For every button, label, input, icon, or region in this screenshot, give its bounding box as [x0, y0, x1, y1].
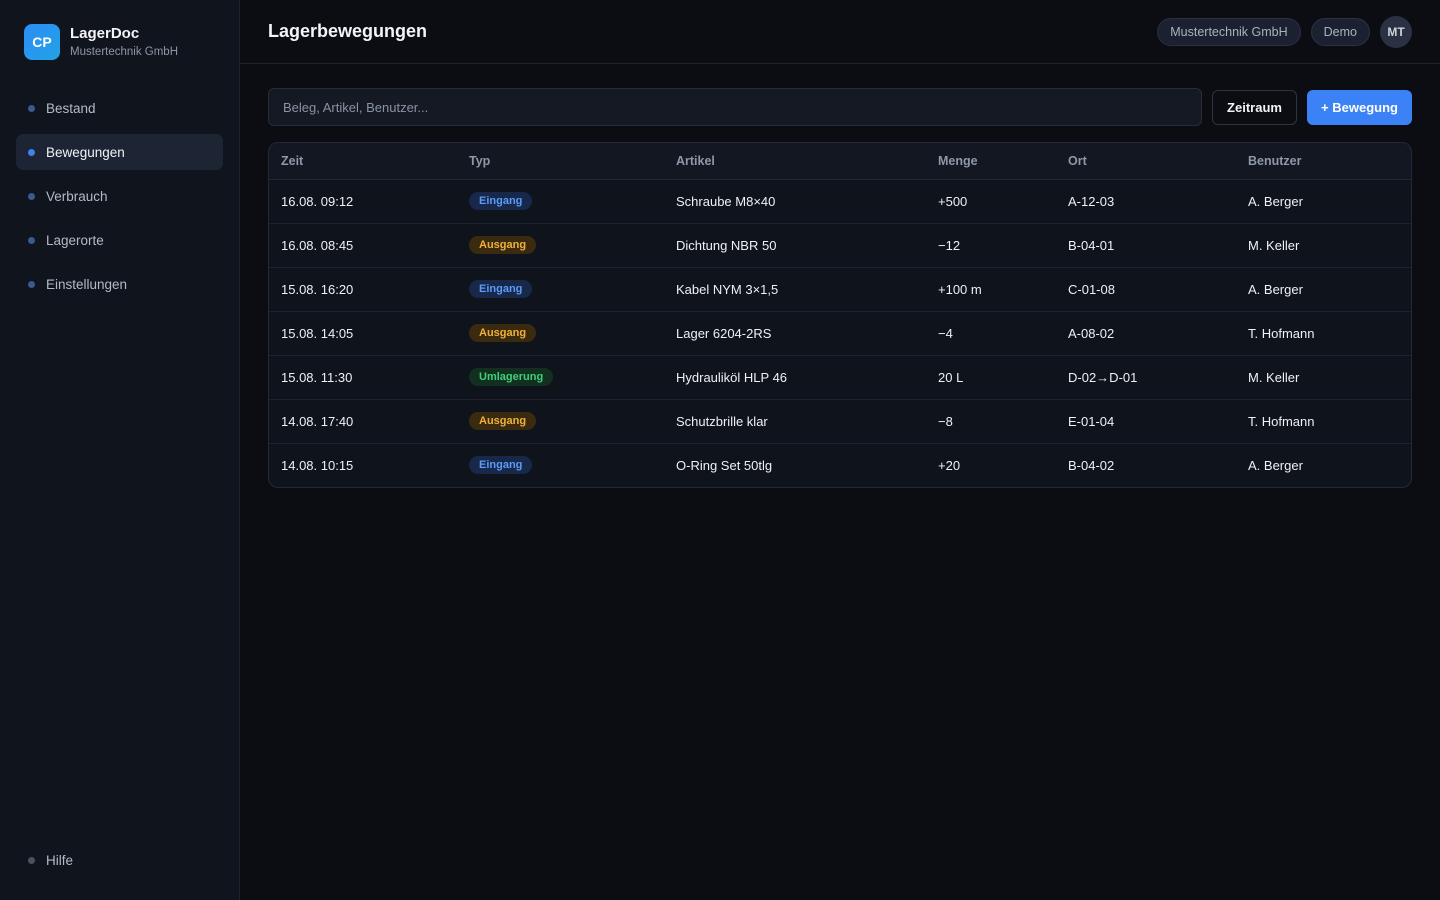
cell-ort: D-02→D-01	[1056, 355, 1236, 400]
cell-benutzer: M. Keller	[1236, 223, 1411, 268]
bullet-icon	[28, 192, 35, 200]
column-header-zeit[interactable]: Zeit	[269, 143, 457, 180]
cell-zeit: 15.08. 11:30	[269, 355, 457, 400]
cell-benutzer: A. Berger	[1248, 457, 1303, 473]
cell-typ: Ausgang	[457, 399, 664, 444]
cell-artikel: Lager 6204-2RS	[664, 311, 926, 356]
cell-ort: E-01-04	[1056, 399, 1236, 444]
sidebar-item-bewegungen[interactable]: Bewegungen	[16, 134, 223, 170]
bullet-icon	[28, 236, 35, 244]
cell-ort: A-08-02	[1056, 311, 1236, 356]
header-actions: Mustertechnik GmbH Demo MT	[1147, 16, 1412, 48]
sidebar-item-label: Einstellungen	[46, 276, 128, 292]
sidebar-item-label: Lagerorte	[46, 232, 104, 248]
cell-zeit: 15.08. 14:05	[269, 311, 457, 356]
cell-typ: Ausgang	[457, 223, 664, 268]
table-row[interactable]: 14.08. 17:40 Ausgang Schutzbrille klar −…	[269, 399, 1411, 444]
cell-zeit: 16.08. 08:45	[269, 223, 457, 268]
table-row[interactable]: 16.08. 08:45 Ausgang Dichtung NBR 50 −12…	[269, 223, 1411, 268]
cell-menge: −4	[926, 311, 1056, 356]
cell-artikel: Schutzbrille klar	[664, 399, 926, 444]
type-badge: Ausgang	[469, 324, 537, 342]
movements-table: Zeit Typ Artikel Menge Ort Benutzer 16.0…	[268, 142, 1412, 488]
column-header-ort[interactable]: Ort	[1056, 143, 1236, 180]
bullet-icon	[28, 280, 35, 288]
demo-pill[interactable]: Demo	[1310, 18, 1370, 46]
page-title: Lagerbewegungen	[268, 21, 428, 41]
cell-ort: A-12-03	[1056, 179, 1236, 224]
cell-zeit: 14.08. 10:15	[281, 457, 354, 473]
column-header-typ[interactable]: Typ	[457, 143, 664, 180]
add-movement-button[interactable]: + Bewegung	[1307, 90, 1412, 125]
type-badge: Eingang	[469, 456, 533, 475]
cell-typ: Ausgang	[457, 311, 664, 356]
cell-menge: +100 m	[926, 267, 1056, 312]
cell-menge: +20	[938, 457, 961, 473]
sidebar-item-label: Verbrauch	[46, 188, 108, 204]
table-row[interactable]: 15.08. 11:30 Umlagerung Hydrauliköl HLP …	[269, 355, 1411, 400]
table-header-row: Zeit Typ Artikel Menge Ort Benutzer	[269, 143, 1411, 180]
cell-typ: Eingang	[457, 267, 664, 312]
cell-typ: Eingang	[457, 443, 664, 487]
cell-benutzer: A. Berger	[1236, 267, 1411, 312]
cell-menge: +500	[926, 179, 1056, 224]
column-header-artikel[interactable]: Artikel	[664, 143, 926, 180]
cell-benutzer: A. Berger	[1236, 179, 1411, 224]
table-row[interactable]: 16.08. 09:12 Eingang Schraube M8×40 +500…	[269, 179, 1411, 224]
sidebar-item-einstellungen[interactable]: Einstellungen	[16, 266, 223, 302]
cell-artikel: Dichtung NBR 50	[664, 223, 926, 268]
column-header-benutzer[interactable]: Benutzer	[1236, 143, 1411, 180]
brand-text: LagerDoc Mustertechnik GmbH	[70, 25, 178, 59]
top-header: Lagerbewegungen Mustertechnik GmbH Demo …	[240, 0, 1440, 64]
sidebar-item-bestand[interactable]: Bestand	[16, 90, 223, 126]
sidebar-item-hilfe[interactable]: Hilfe	[28, 853, 73, 868]
cell-artikel: Schraube M8×40	[664, 179, 926, 224]
sidebar-item-label: Hilfe	[46, 853, 74, 868]
table-row[interactable]: 14.08. 10:15 Eingang O-Ring Set 50tlg +2…	[269, 443, 1411, 487]
organization-pill[interactable]: Mustertechnik GmbH	[1157, 18, 1301, 46]
cell-zeit: 16.08. 09:12	[269, 179, 457, 224]
type-badge: Eingang	[469, 280, 533, 298]
cell-benutzer: T. Hofmann	[1236, 311, 1411, 356]
sidebar-item-label: Bestand	[46, 100, 96, 116]
sidebar: CP LagerDoc Mustertechnik GmbH Bestand B…	[0, 0, 240, 900]
search-input[interactable]	[268, 88, 1202, 126]
cell-benutzer: M. Keller	[1236, 355, 1411, 400]
avatar[interactable]: MT	[1380, 16, 1412, 48]
sidebar-item-lagerorte[interactable]: Lagerorte	[16, 222, 223, 258]
column-header-menge[interactable]: Menge	[926, 143, 1056, 180]
bullet-icon	[28, 148, 35, 156]
period-button[interactable]: Zeitraum	[1212, 90, 1297, 125]
cell-ort: B-04-02	[1068, 457, 1115, 473]
cell-artikel: Hydrauliköl HLP 46	[664, 355, 926, 400]
cell-menge: −12	[926, 223, 1056, 268]
type-badge: Ausgang	[469, 236, 537, 254]
cell-ort: C-01-08	[1056, 267, 1236, 312]
cell-zeit: 14.08. 17:40	[269, 399, 457, 444]
bullet-icon	[28, 104, 35, 112]
bullet-icon	[28, 857, 35, 864]
table-row[interactable]: 15.08. 16:20 Eingang Kabel NYM 3×1,5 +10…	[269, 267, 1411, 312]
cell-ort: B-04-01	[1056, 223, 1236, 268]
brand[interactable]: CP LagerDoc Mustertechnik GmbH	[24, 24, 178, 60]
table-row[interactable]: 15.08. 14:05 Ausgang Lager 6204-2RS −4 A…	[269, 311, 1411, 356]
app-name: LagerDoc	[70, 25, 140, 42]
brand-logo: CP	[24, 24, 60, 60]
company-name: Mustertechnik GmbH	[70, 46, 179, 58]
cell-artikel: O-Ring Set 50tlg	[676, 457, 773, 473]
cell-typ: Eingang	[457, 179, 664, 224]
cell-artikel: Kabel NYM 3×1,5	[664, 267, 926, 312]
sidebar-nav: Bestand Bewegungen Verbrauch Lagerorte E…	[16, 90, 223, 310]
cell-zeit: 15.08. 16:20	[269, 267, 457, 312]
type-badge: Ausgang	[469, 412, 537, 430]
cell-benutzer: T. Hofmann	[1236, 399, 1411, 444]
cell-menge: −8	[926, 399, 1056, 444]
type-badge: Eingang	[469, 192, 533, 210]
sidebar-item-verbrauch[interactable]: Verbrauch	[16, 178, 223, 214]
cell-typ: Umlagerung	[457, 355, 664, 400]
type-badge: Umlagerung	[469, 368, 554, 386]
cell-menge: 20 L	[926, 355, 1056, 400]
sidebar-item-label: Bewegungen	[46, 144, 125, 160]
